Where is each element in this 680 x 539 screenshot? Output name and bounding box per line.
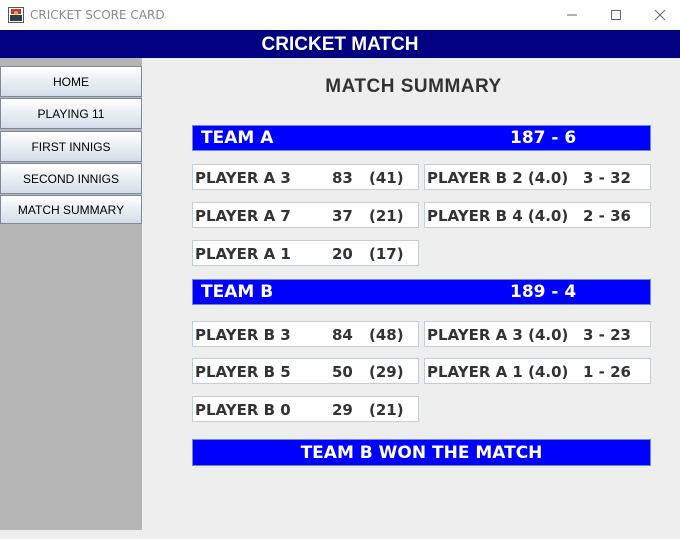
- team-a-batsman-row: PLAYER A 3 83 (41): [192, 164, 419, 190]
- batsman-runs: 37: [332, 207, 353, 225]
- team-b-bowler-row: PLAYER A 3 (4.0) 3 - 23: [424, 321, 651, 347]
- batsman-name: PLAYER B 5: [195, 363, 291, 381]
- team-b-bar: TEAM B 189 - 4: [192, 279, 651, 305]
- minimize-button[interactable]: [549, 0, 595, 30]
- team-a-batsman-row: PLAYER A 1 20 (17): [192, 240, 419, 266]
- nav-second-innings-button[interactable]: SECOND INNIGS: [0, 163, 142, 194]
- batsman-name: PLAYER A 3: [195, 169, 291, 187]
- team-a-bowler-row: PLAYER B 2 (4.0) 3 - 32: [424, 164, 651, 190]
- nav-home-button[interactable]: HOME: [0, 66, 142, 97]
- app-window: CRICKET SCORE CARD CRICKET MATCH HOME PL…: [0, 0, 680, 539]
- nav-first-innings-button[interactable]: FIRST INNIGS: [0, 131, 142, 162]
- maximize-icon: [611, 10, 621, 20]
- window-bottom-edge: [0, 530, 680, 539]
- bowler-name: PLAYER B 2 (4.0): [427, 169, 569, 187]
- close-icon: [654, 9, 666, 21]
- bowler-figures: 2 - 36: [583, 207, 631, 225]
- batsman-name: PLAYER B 0: [195, 401, 291, 419]
- team-b-name: TEAM B: [201, 282, 274, 302]
- team-b-score: 189 - 4: [510, 282, 577, 302]
- batsman-runs: 29: [332, 401, 353, 419]
- page-title: MATCH SUMMARY: [325, 76, 502, 97]
- window-title: CRICKET SCORE CARD: [30, 8, 165, 22]
- batsman-runs: 50: [332, 363, 353, 381]
- batsman-name: PLAYER B 3: [195, 326, 291, 344]
- batsman-balls: (21): [369, 207, 404, 225]
- batsman-balls: (21): [369, 401, 404, 419]
- minimize-icon: [567, 14, 577, 16]
- batsman-runs: 20: [332, 245, 353, 263]
- maximize-button[interactable]: [593, 0, 639, 30]
- batsman-balls: (29): [369, 363, 404, 381]
- team-a-name: TEAM A: [201, 128, 274, 148]
- title-bar: CRICKET SCORE CARD: [0, 0, 680, 30]
- bowler-figures: 1 - 26: [583, 363, 631, 381]
- batsman-balls: (48): [369, 326, 404, 344]
- nav-match-summary-button[interactable]: MATCH SUMMARY: [0, 195, 142, 224]
- bowler-name: PLAYER A 3 (4.0): [427, 326, 569, 344]
- batsman-name: PLAYER A 7: [195, 207, 291, 225]
- team-b-batsman-row: PLAYER B 0 29 (21): [192, 396, 419, 422]
- batsman-balls: (41): [369, 169, 404, 187]
- batsman-runs: 84: [332, 326, 353, 344]
- team-b-bowler-row: PLAYER A 1 (4.0) 1 - 26: [424, 358, 651, 384]
- nav-playing-11-button[interactable]: PLAYING 11: [0, 98, 142, 129]
- team-a-score: 187 - 6: [510, 128, 577, 148]
- app-header: CRICKET MATCH: [0, 30, 680, 58]
- cricket-app-icon: [8, 7, 24, 23]
- bowler-name: PLAYER B 4 (4.0): [427, 207, 569, 225]
- team-a-bowler-row: PLAYER B 4 (4.0) 2 - 36: [424, 202, 651, 228]
- close-button[interactable]: [637, 0, 680, 30]
- batsman-name: PLAYER A 1: [195, 245, 291, 263]
- bowler-figures: 3 - 32: [583, 169, 631, 187]
- match-result-banner: TEAM B WON THE MATCH: [192, 439, 651, 466]
- batsman-runs: 83: [332, 169, 353, 187]
- team-b-batsman-row: PLAYER B 3 84 (48): [192, 321, 419, 347]
- team-a-batsman-row: PLAYER A 7 37 (21): [192, 202, 419, 228]
- batsman-balls: (17): [369, 245, 404, 263]
- team-b-batsman-row: PLAYER B 5 50 (29): [192, 358, 419, 384]
- bowler-figures: 3 - 23: [583, 326, 631, 344]
- bowler-name: PLAYER A 1 (4.0): [427, 363, 569, 381]
- team-a-bar: TEAM A 187 - 6: [192, 125, 651, 151]
